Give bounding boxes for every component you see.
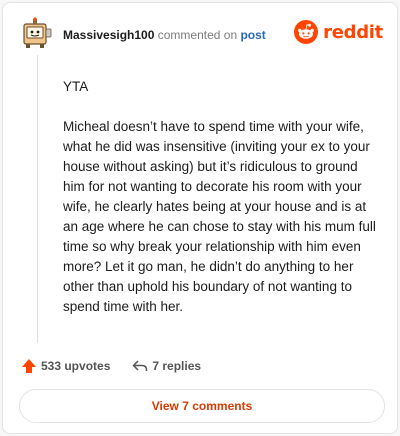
upvote-button[interactable]: 533 upvotes: [21, 358, 110, 374]
comment-meta: Massivesigh100 commented on post: [63, 28, 266, 42]
reddit-logo[interactable]: reddit: [294, 19, 383, 45]
post-link[interactable]: post: [240, 28, 265, 42]
comment-header: Massivesigh100 commented on post reddit: [21, 17, 383, 57]
comment-paragraph: YTA: [63, 79, 89, 94]
comment-paragraph: Micheal doesn’t have to spend time with …: [63, 119, 376, 314]
upvote-arrow-icon: [22, 359, 36, 373]
username[interactable]: Massivesigh100: [63, 28, 154, 42]
user-avatar[interactable]: [21, 17, 55, 51]
reply-arrow-icon: [133, 360, 148, 371]
action-text: commented on: [157, 28, 238, 42]
reddit-snoo-icon: [294, 20, 319, 44]
comment-actions: 533 upvotes 7 replies: [21, 356, 201, 376]
thread-line[interactable]: [37, 55, 38, 343]
brand-name: reddit: [323, 21, 383, 43]
avatar-icon: [23, 17, 52, 48]
view-comments-button[interactable]: View 7 comments: [19, 389, 385, 423]
comment-card: Massivesigh100 commented on post reddit …: [2, 2, 398, 434]
replies-count: 7 replies: [152, 359, 202, 373]
upvote-count: 533 upvotes: [41, 359, 111, 373]
replies-button[interactable]: 7 replies: [132, 358, 201, 374]
comment-body: YTA Micheal doesn’t have to spend time w…: [63, 77, 381, 337]
